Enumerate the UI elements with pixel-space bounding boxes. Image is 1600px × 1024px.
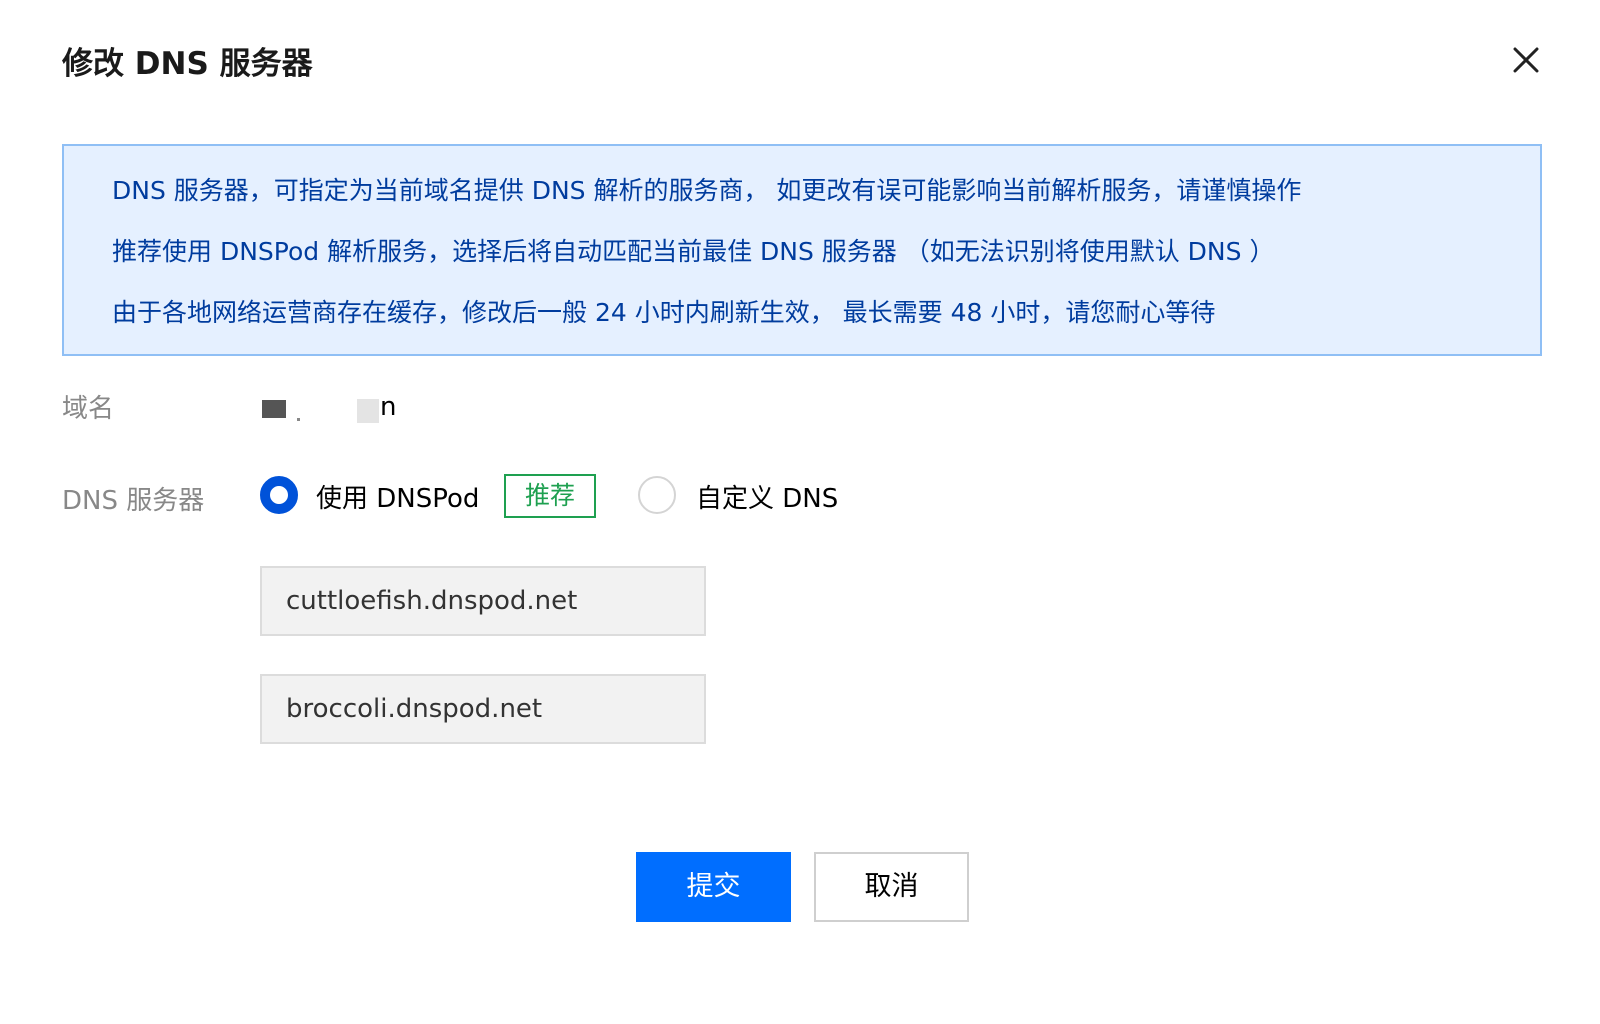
close-icon [1513, 47, 1539, 73]
redacted-block [262, 400, 286, 418]
close-button[interactable] [1506, 40, 1546, 80]
dns-server-label: DNS 服务器 [62, 486, 205, 516]
recommended-tag: 推荐 [504, 474, 596, 518]
submit-button[interactable]: 提交 [636, 852, 791, 922]
notice-line: 由于各地网络运营商存在缓存，修改后一般 24 小时内刷新生效， 最长需要 48 … [112, 298, 1216, 327]
dnspod-radio[interactable] [260, 476, 298, 514]
nameserver-1-field[interactable] [260, 566, 706, 636]
modify-dns-dialog: 修改 DNS 服务器 DNS 服务器，可指定为当前域名提供 DNS 解析的服务商… [0, 0, 1600, 1024]
dialog-title: 修改 DNS 服务器 [62, 46, 313, 82]
notice-line: DNS 服务器，可指定为当前域名提供 DNS 解析的服务商， 如更改有误可能影响… [112, 176, 1302, 205]
info-notice: DNS 服务器，可指定为当前域名提供 DNS 解析的服务商， 如更改有误可能影响… [62, 144, 1542, 356]
domain-label: 域名 [62, 394, 115, 424]
dnspod-radio-label[interactable]: 使用 DNSPod [316, 478, 479, 515]
domain-value: n [262, 392, 402, 428]
domain-value-text: n [380, 392, 397, 422]
nameserver-2-field[interactable] [260, 674, 706, 744]
cancel-button[interactable]: 取消 [814, 852, 969, 922]
custom-dns-radio-label[interactable]: 自定义 DNS [696, 478, 838, 515]
dns-option-group: 使用 DNSPod 推荐 自定义 DNS [260, 472, 1160, 528]
redacted-dot [297, 418, 300, 421]
custom-dns-radio[interactable] [638, 476, 676, 514]
redacted-block [357, 399, 379, 423]
notice-line: 推荐使用 DNSPod 解析服务，选择后将自动匹配当前最佳 DNS 服务器 （如… [112, 237, 1275, 266]
